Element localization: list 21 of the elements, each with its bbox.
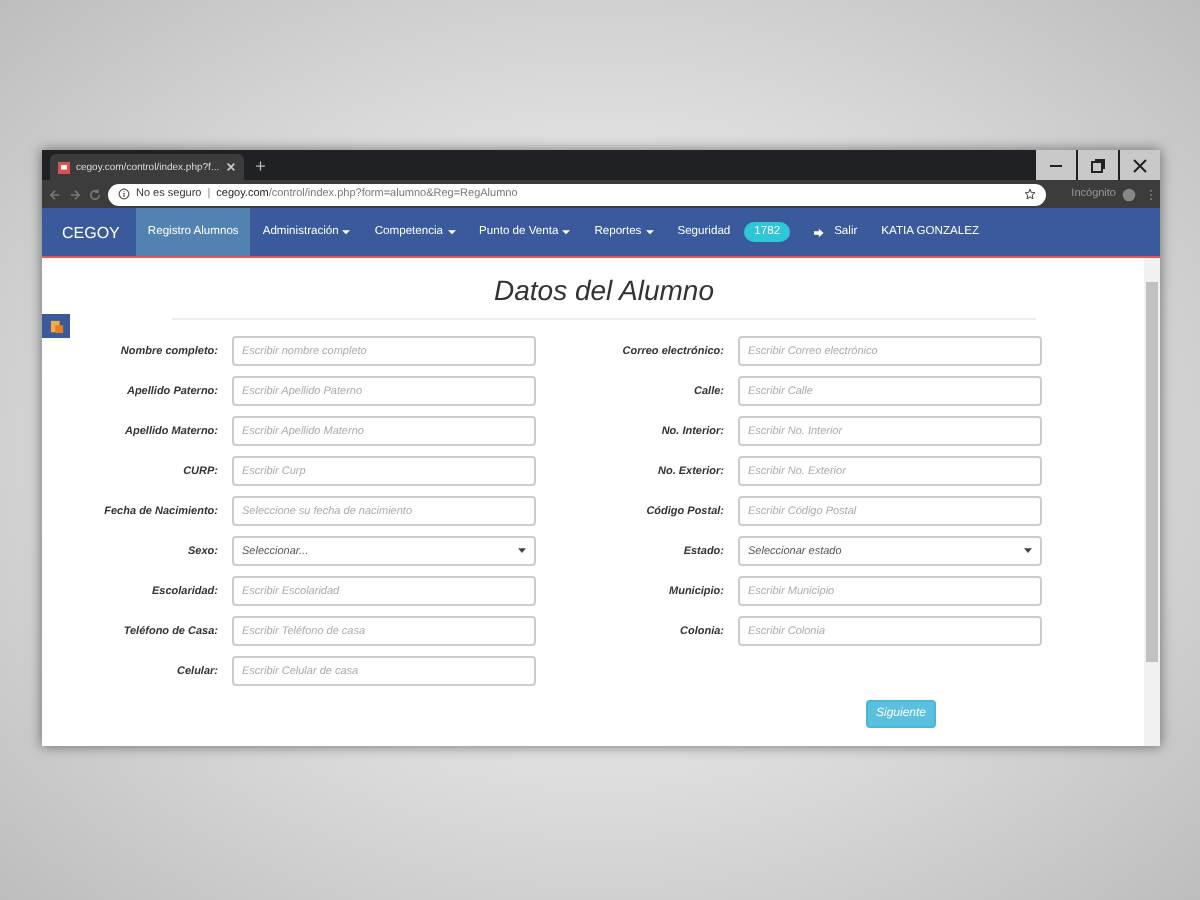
side-tab[interactable]	[42, 314, 70, 338]
restore-icon	[1090, 157, 1106, 173]
incognito-icon	[1122, 187, 1136, 201]
new-tab-button[interactable]: +	[243, 154, 278, 180]
scrollbar[interactable]	[1144, 258, 1160, 746]
star-icon[interactable]	[1023, 188, 1036, 200]
page-icon	[58, 161, 70, 173]
brand-logo[interactable]: CEGOY	[42, 208, 136, 256]
exit-icon	[814, 227, 827, 237]
close-icon[interactable]	[225, 162, 236, 172]
close-button[interactable]	[1120, 150, 1160, 180]
info-icon	[118, 188, 130, 200]
caret-icon	[518, 548, 526, 554]
back-icon[interactable]	[48, 187, 62, 201]
close-icon	[1132, 157, 1148, 173]
reload-icon[interactable]	[88, 187, 102, 201]
form-title: Datos del Alumno	[172, 274, 1036, 320]
caret-icon	[1024, 548, 1032, 554]
forward-icon[interactable]	[68, 187, 82, 201]
document-icon	[49, 319, 63, 333]
restore-button[interactable]	[1078, 150, 1118, 180]
